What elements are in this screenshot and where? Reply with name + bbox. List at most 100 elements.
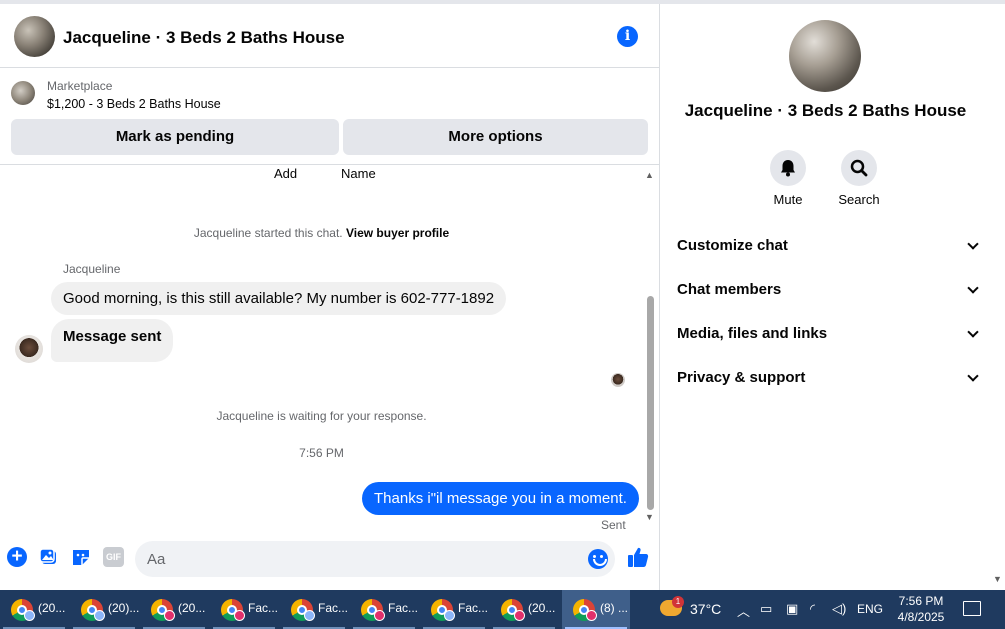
profile-badge-icon bbox=[374, 610, 385, 621]
message-composer: + GIF bbox=[0, 537, 660, 587]
language-indicator[interactable]: ENG bbox=[857, 602, 883, 616]
incoming-message[interactable]: Good morning, is this still available? M… bbox=[51, 282, 507, 315]
chat-members-section[interactable]: Chat members bbox=[677, 276, 979, 304]
taskbar-clock[interactable]: 7:56 PM 4/8/2025 bbox=[893, 593, 949, 625]
privacy-support-section[interactable]: Privacy & support bbox=[677, 364, 979, 392]
listing-thumbnail[interactable] bbox=[11, 81, 35, 105]
task-label: (20... bbox=[38, 601, 66, 615]
message-input[interactable] bbox=[147, 541, 577, 577]
taskbar-chrome-window[interactable]: (20... bbox=[490, 590, 558, 629]
customize-chat-section[interactable]: Customize chat bbox=[677, 232, 979, 260]
thumbs-up-icon[interactable] bbox=[626, 545, 650, 569]
profile-badge-icon bbox=[304, 610, 315, 621]
sticker-icon[interactable] bbox=[71, 547, 91, 567]
profile-badge-icon bbox=[586, 610, 597, 621]
profile-badge-icon bbox=[444, 610, 455, 621]
camera-icon[interactable]: ▣ bbox=[786, 601, 798, 617]
profile-badge-icon bbox=[514, 610, 525, 621]
chevron-down-icon bbox=[967, 282, 979, 294]
contact-avatar[interactable] bbox=[14, 16, 55, 57]
chat-started-notice: Jacqueline started this chat. View buyer… bbox=[0, 226, 643, 240]
message-input-container bbox=[135, 541, 615, 577]
chat-scrollbar[interactable]: ▲ ▼ bbox=[645, 170, 655, 530]
chat-started-text: Jacqueline started this chat. bbox=[193, 226, 343, 240]
task-label: (20... bbox=[178, 601, 206, 615]
clock-date: 4/8/2025 bbox=[897, 610, 945, 624]
truncated-text-add: Add bbox=[274, 166, 298, 181]
profile-badge-icon bbox=[94, 610, 105, 621]
task-label: (8) ... bbox=[600, 601, 629, 615]
section-label: Media, files and links bbox=[677, 325, 828, 342]
search-label: Search bbox=[838, 192, 880, 207]
task-label: Fac... bbox=[248, 601, 279, 615]
chevron-up-icon[interactable]: ︿ bbox=[737, 601, 750, 620]
temperature: 37°C bbox=[690, 601, 722, 617]
mute-label: Mute bbox=[773, 192, 803, 207]
waiting-notice: Jacqueline is waiting for your response. bbox=[216, 409, 427, 423]
scroll-thumb[interactable] bbox=[647, 296, 654, 510]
marketplace-label: Marketplace bbox=[47, 79, 113, 93]
task-label: (20)... bbox=[108, 601, 140, 615]
taskbar-chrome-window[interactable]: Fac... bbox=[350, 590, 418, 629]
bell-icon[interactable] bbox=[770, 150, 806, 186]
volume-icon[interactable]: ◁) bbox=[832, 601, 846, 617]
section-label: Privacy & support bbox=[677, 369, 806, 386]
gif-icon[interactable]: GIF bbox=[103, 547, 124, 567]
profile-badge-icon bbox=[234, 610, 245, 621]
task-label: (20... bbox=[528, 601, 556, 615]
marketplace-listing-bar: Marketplace $1,200 - 3 Beds 2 Baths Hous… bbox=[0, 69, 660, 165]
sender-name: Jacqueline bbox=[63, 262, 121, 276]
taskbar-chrome-window[interactable]: Fac... bbox=[210, 590, 278, 629]
task-label: Fac... bbox=[318, 601, 349, 615]
section-label: Customize chat bbox=[677, 237, 788, 254]
chat-panel: Jacqueline · 3 Beds 2 Baths House i Mark… bbox=[0, 4, 660, 590]
scroll-down-arrow[interactable]: ▼ bbox=[645, 512, 654, 522]
message-timestamp: 7:56 PM bbox=[299, 446, 344, 460]
search-action[interactable]: Search bbox=[829, 150, 889, 207]
battery-icon[interactable]: ▭ bbox=[760, 601, 772, 617]
page-scroll-down-arrow[interactable]: ▼ bbox=[993, 574, 1002, 584]
view-buyer-profile-link[interactable]: View buyer profile bbox=[346, 226, 449, 240]
sent-status: Sent bbox=[601, 518, 626, 532]
info-icon[interactable]: i bbox=[617, 26, 638, 47]
incoming-message[interactable]: Message sent bbox=[51, 319, 174, 362]
sender-avatar[interactable] bbox=[15, 335, 43, 363]
notification-center-icon[interactable] bbox=[963, 601, 981, 616]
mute-action[interactable]: Mute bbox=[758, 150, 818, 207]
truncated-text-name: Name bbox=[341, 166, 376, 181]
profile-badge-icon bbox=[164, 610, 175, 621]
scroll-up-arrow[interactable]: ▲ bbox=[645, 170, 654, 180]
more-options-button[interactable]: More options bbox=[343, 119, 648, 155]
profile-badge-icon bbox=[24, 610, 35, 621]
photo-icon[interactable] bbox=[39, 547, 59, 567]
outgoing-message[interactable]: Thanks i"il message you in a moment. bbox=[362, 482, 639, 515]
taskbar-chrome-window[interactable]: Fac... bbox=[280, 590, 348, 629]
chevron-down-icon bbox=[967, 238, 979, 250]
clock-time: 7:56 PM bbox=[898, 594, 944, 608]
chat-title[interactable]: Jacqueline · 3 Beds 2 Baths House bbox=[63, 28, 345, 48]
weather-alert-badge: 1 bbox=[672, 596, 684, 608]
windows-taskbar: (20... (20)... (20... Fac... Fac... Fac.… bbox=[0, 590, 1005, 629]
task-label: Fac... bbox=[458, 601, 489, 615]
taskbar-chrome-window[interactable]: (20... bbox=[140, 590, 208, 629]
taskbar-chrome-window[interactable]: Fac... bbox=[420, 590, 488, 629]
mark-as-pending-button[interactable]: Mark as pending bbox=[11, 119, 339, 155]
chat-header: Jacqueline · 3 Beds 2 Baths House i bbox=[0, 4, 660, 68]
info-title: Jacqueline · 3 Beds 2 Baths House bbox=[684, 101, 967, 120]
info-avatar[interactable] bbox=[789, 20, 861, 92]
search-icon[interactable] bbox=[841, 150, 877, 186]
taskbar-chrome-window[interactable]: (20)... bbox=[70, 590, 140, 629]
chevron-down-icon bbox=[967, 370, 979, 382]
listing-title[interactable]: $1,200 - 3 Beds 2 Baths House bbox=[47, 97, 221, 111]
section-label: Chat members bbox=[677, 281, 782, 298]
taskbar-chrome-window-active[interactable]: (8) ... bbox=[562, 590, 630, 629]
taskbar-chrome-window[interactable]: (20... bbox=[0, 590, 68, 629]
wifi-icon[interactable]: ◜ bbox=[810, 601, 815, 617]
chevron-down-icon bbox=[967, 326, 979, 338]
read-receipt-avatar bbox=[611, 373, 625, 387]
plus-icon[interactable]: + bbox=[7, 547, 27, 567]
message-list: Add Name Jacqueline started this chat. V… bbox=[0, 166, 660, 536]
task-label: Fac... bbox=[388, 601, 419, 615]
media-files-links-section[interactable]: Media, files and links bbox=[677, 320, 979, 348]
emoji-icon[interactable] bbox=[588, 549, 608, 569]
